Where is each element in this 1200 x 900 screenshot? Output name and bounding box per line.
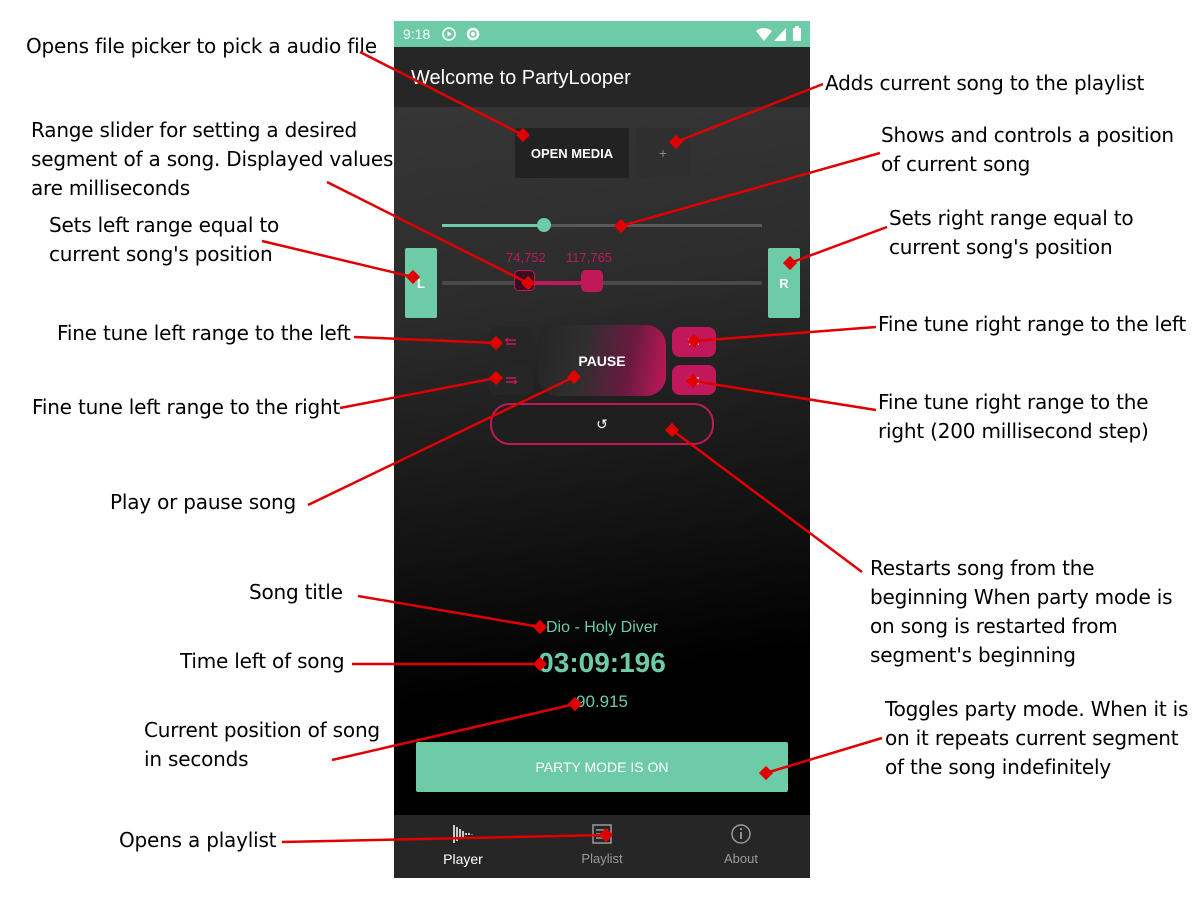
fine-right-to-left-button[interactable] [672,327,716,357]
annotation-current-position: Current position of song in seconds [144,718,380,771]
bottom-navigation: Player Playlist About [394,815,810,878]
app-title: Welcome to PartyLooper [411,67,631,89]
status-bar: 9:18 [394,21,810,47]
signal-icon [774,28,786,41]
nav-playlist[interactable]: Playlist [533,815,671,878]
range-left-thumb[interactable] [514,270,536,291]
annotation-right-range: Sets right range equal to current song's… [889,206,1134,259]
fine-left-to-right-button[interactable] [489,365,533,395]
annotation-song-title: Song title [249,580,343,604]
fine-right-to-right-button[interactable] [672,365,716,395]
annotation-play-pause: Play or pause song [110,490,297,514]
app-bar: Welcome to PartyLooper [394,47,810,107]
range-right-value: 117,765 [566,250,613,265]
fine-left-to-left-button[interactable] [489,327,533,357]
nav-playlist-label: Playlist [581,851,623,866]
add-to-playlist-button[interactable]: + [636,128,690,178]
open-media-button[interactable]: OPEN MEDIA [515,128,629,178]
annotation-seek: Shows and controls a position of current… [881,123,1174,176]
nav-about[interactable]: About [672,815,810,878]
sync-status-icon [466,27,480,41]
song-title: Dio - Holy Diver [545,619,658,636]
party-mode-button[interactable]: PARTY MODE IS ON [416,742,788,792]
playlist-icon [592,824,612,844]
seek-slider[interactable] [442,218,762,232]
waveform-icon [453,825,473,843]
status-time: 9:18 [403,26,431,42]
nav-player-label: Player [443,851,483,867]
set-right-range-button[interactable]: R [768,248,800,318]
restart-icon: ↺ [596,415,608,432]
arrow-right-icon [689,377,701,385]
seek-thumb[interactable] [537,218,552,232]
annotation-fine-right-left: Fine tune right range to the left [878,312,1187,336]
annotation-open-media: Opens file picker to pick a audio file [26,34,377,58]
annotation-fine-right-right: Fine tune right range to the right (200 … [878,390,1149,443]
info-icon [731,824,751,844]
annotation-fine-left-left: Fine tune left range to the left [57,321,351,345]
annotation-party-mode: Toggles party mode. When it is on it rep… [885,697,1189,779]
annotation-range-slider: Range slider for setting a desired segme… [31,118,394,200]
annotation-left-range: Sets left range equal to current song's … [49,213,280,266]
play-pause-button[interactable]: PAUSE [538,325,666,396]
phone-screen: 9:18 Welcome to PartyLooper OPEN MEDIA +… [394,21,810,878]
arrow-left-icon [687,337,699,345]
nav-about-label: About [724,851,758,866]
arrow-right-icon [506,377,518,385]
annotation-playlist: Opens a playlist [119,828,277,852]
current-position: 90.915 [576,692,628,711]
annotation-fine-left-right: Fine tune left range to the right [32,395,341,419]
set-left-range-button[interactable]: L [405,248,437,318]
annotation-add-song: Adds current song to the playlist [825,71,1145,95]
battery-icon [793,26,801,41]
range-right-thumb[interactable] [581,270,604,292]
seek-progress [442,224,545,227]
restart-button[interactable]: ↺ [490,403,714,445]
annotation-restart: Restarts song from the beginning When pa… [870,556,1173,667]
range-slider[interactable] [442,270,762,292]
play-status-icon [442,27,456,41]
wifi-icon [756,28,772,41]
annotation-time-left: Time left of song [180,649,345,673]
range-left-value: 74,752 [506,250,546,265]
time-left: 03:09:196 [538,647,666,678]
arrow-left-icon [504,337,516,345]
nav-player[interactable]: Player [394,815,532,878]
